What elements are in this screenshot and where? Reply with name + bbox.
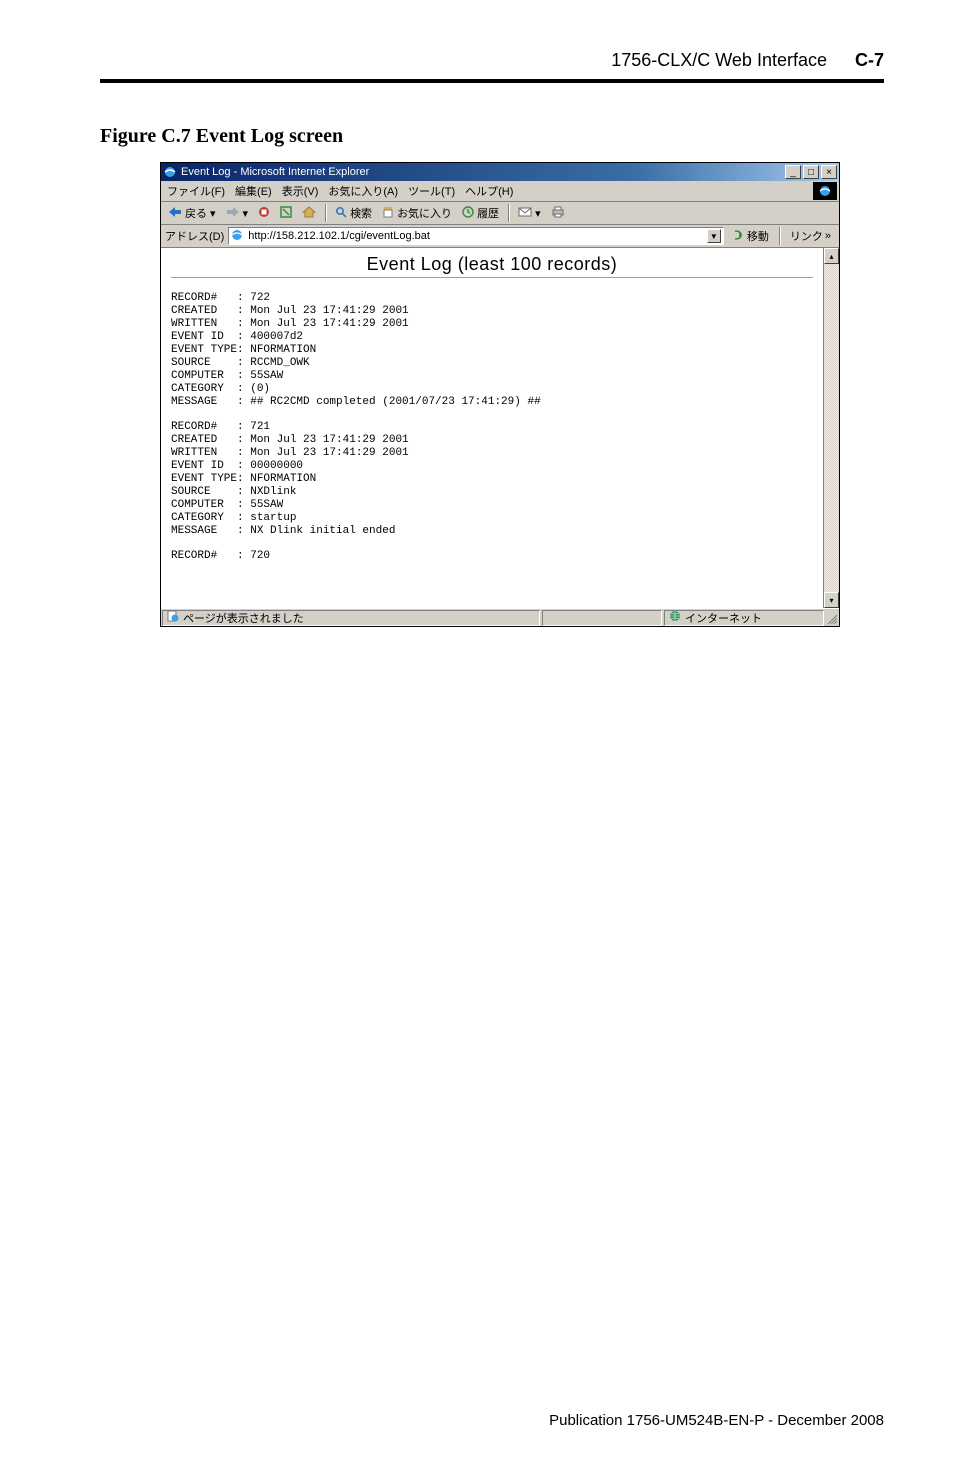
address-dropdown-icon[interactable]: ▼ [707, 229, 721, 243]
close-button[interactable]: × [821, 165, 837, 179]
titlebar: Event Log - Microsoft Internet Explorer … [161, 163, 839, 181]
home-button[interactable] [299, 205, 319, 222]
address-label: アドレス(D) [165, 228, 224, 244]
event-record: RECORD# : 721 CREATED : Mon Jul 23 17:41… [171, 421, 813, 538]
menubar: ファイル(F) 編集(E) 表示(V) お気に入り(A) ツール(T) ヘルプ(… [161, 181, 839, 202]
refresh-icon [280, 206, 292, 221]
ie-logo-icon [163, 165, 177, 179]
content-area: Event Log (least 100 records) RECORD# : … [161, 248, 839, 608]
status-mid [542, 610, 662, 626]
header-rule [100, 79, 884, 83]
history-button[interactable]: 履歴 [459, 204, 502, 222]
event-record: RECORD# : 720 [171, 550, 813, 563]
back-arrow-icon [168, 206, 182, 221]
minimize-button[interactable]: _ [785, 165, 801, 179]
address-url: http://158.212.102.1/cgi/eventLog.bat [248, 230, 707, 242]
stop-icon [258, 206, 270, 221]
page-header-crumb: 1756-CLX/C Web Interface [611, 50, 827, 71]
chevron-right-icon: » [825, 230, 831, 242]
menu-file[interactable]: ファイル(F) [167, 183, 225, 199]
go-button[interactable]: 移動 [728, 228, 773, 244]
address-bar: アドレス(D) http://158.212.102.1/cgi/eventLo… [161, 225, 839, 248]
figure-caption: Figure C.7 Event Log screen [100, 125, 884, 148]
forward-button[interactable]: ▾ [223, 205, 252, 222]
forward-arrow-icon [226, 206, 240, 221]
page-content: Event Log (least 100 records) RECORD# : … [161, 248, 823, 608]
toolbar: 戻る ▾ ▾ 検索 お気に入り [161, 202, 839, 225]
menu-help[interactable]: ヘルプ(H) [465, 183, 513, 199]
dropdown-icon: ▾ [535, 207, 541, 220]
mail-icon [518, 206, 532, 221]
status-left: ページが表示されました [162, 610, 540, 626]
mail-button[interactable]: ▾ [515, 205, 544, 222]
menu-favorites[interactable]: お気に入り(A) [328, 183, 398, 199]
page-number: C-7 [855, 50, 884, 71]
menu-tools[interactable]: ツール(T) [408, 183, 455, 199]
scroll-up-button[interactable]: ▴ [824, 248, 839, 264]
status-zone: インターネット [664, 610, 824, 626]
menu-edit[interactable]: 編集(E) [235, 183, 272, 199]
scroll-track[interactable] [824, 264, 839, 592]
refresh-button[interactable] [277, 205, 295, 222]
print-button[interactable] [548, 205, 568, 222]
favorites-icon [382, 206, 394, 221]
statusbar: ページが表示されました インターネット [161, 608, 839, 626]
scroll-down-button[interactable]: ▾ [824, 592, 839, 608]
back-button[interactable]: 戻る ▾ [165, 204, 219, 222]
links-button[interactable]: リンク » [786, 228, 835, 244]
menu-view[interactable]: 表示(V) [282, 183, 319, 199]
page-footer: Publication 1756-UM524B-EN-P - December … [549, 1412, 884, 1429]
page-icon [231, 229, 245, 243]
history-icon [462, 206, 474, 221]
internet-zone-icon [669, 610, 681, 625]
stop-button[interactable] [255, 205, 273, 222]
content-divider [171, 277, 813, 278]
address-input[interactable]: http://158.212.102.1/cgi/eventLog.bat ▼ [228, 227, 724, 245]
ie-brand-throbber-icon [813, 182, 837, 200]
ie-window: Event Log - Microsoft Internet Explorer … [160, 162, 840, 627]
favorites-button[interactable]: お気に入り [379, 204, 455, 222]
page-done-icon [167, 610, 179, 625]
content-heading: Event Log (least 100 records) [171, 258, 813, 271]
print-icon [551, 206, 565, 221]
search-button[interactable]: 検索 [332, 204, 375, 222]
toolbar-separator [325, 204, 326, 222]
dropdown-icon: ▾ [210, 207, 216, 220]
event-record: RECORD# : 722 CREATED : Mon Jul 23 17:41… [171, 292, 813, 409]
go-icon [732, 229, 744, 244]
page-header: 1756-CLX/C Web Interface C-7 [100, 50, 884, 71]
toolbar-separator [779, 227, 780, 245]
dropdown-icon: ▾ [243, 207, 249, 220]
window-title: Event Log - Microsoft Internet Explorer [181, 166, 785, 178]
home-icon [302, 206, 316, 221]
maximize-button[interactable]: □ [803, 165, 819, 179]
search-icon [335, 206, 347, 221]
toolbar-separator [508, 204, 509, 222]
resize-grip-icon[interactable] [825, 610, 839, 626]
vertical-scrollbar[interactable]: ▴ ▾ [823, 248, 839, 608]
window-system-buttons: _ □ × [785, 165, 837, 179]
